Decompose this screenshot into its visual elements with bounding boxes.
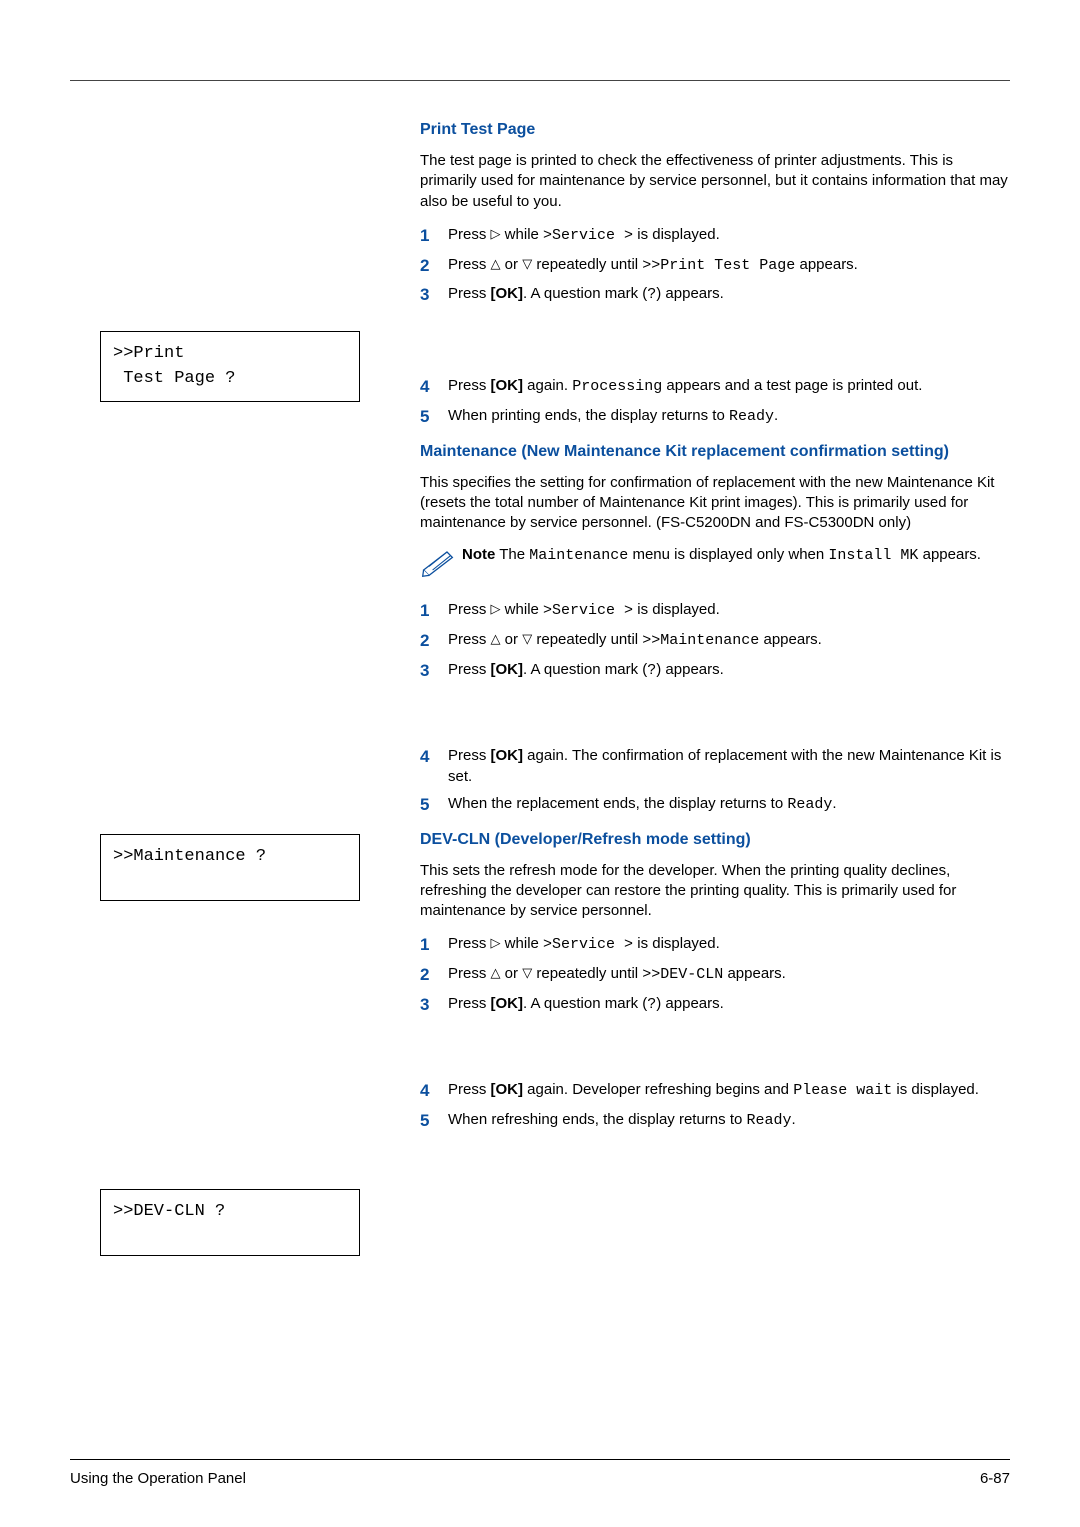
step-3: 3 Press [OK]. A question mark (?) appear…	[420, 993, 1010, 1017]
heading-maintenance: Maintenance (New Maintenance Kit replace…	[420, 443, 1010, 461]
step-text: When refreshing ends, the display return…	[448, 1109, 1010, 1131]
step-5: 5 When refreshing ends, the display retu…	[420, 1109, 1010, 1133]
step-text: Press △ or ▽ repeatedly until >>Print Te…	[448, 254, 1010, 276]
intro-print-test: The test page is printed to check the ef…	[420, 151, 1010, 212]
footer-left: Using the Operation Panel	[70, 1470, 246, 1487]
heading-print-test: Print Test Page	[420, 121, 1010, 139]
step-text: Press [OK] again. Developer refreshing b…	[448, 1079, 1010, 1101]
up-triangle-icon: △	[491, 255, 501, 273]
down-triangle-icon: ▽	[522, 255, 532, 273]
note-box: Note The Maintenance menu is displayed o…	[420, 545, 1010, 583]
lcd-display-devcln: >>DEV-CLN ?	[100, 1189, 360, 1256]
step-3: 3 Press [OK]. A question mark (?) appear…	[420, 283, 1010, 307]
step-text: Press △ or ▽ repeatedly until >>DEV-CLN …	[448, 963, 1010, 985]
step-2: 2 Press △ or ▽ repeatedly until >>DEV-CL…	[420, 963, 1010, 987]
up-triangle-icon: △	[491, 630, 501, 648]
step-number: 3	[420, 993, 448, 1017]
note-icon	[420, 543, 458, 583]
step-5: 5 When the replacement ends, the display…	[420, 793, 1010, 817]
step-number: 3	[420, 283, 448, 307]
step-text: Press ▷ while >Service > is displayed.	[448, 224, 1010, 246]
step-text: Press ▷ while >Service > is displayed.	[448, 933, 1010, 955]
step-number: 5	[420, 405, 448, 429]
step-text: Press △ or ▽ repeatedly until >>Maintena…	[448, 629, 1010, 651]
right-column: Print Test Page The test page is printed…	[390, 121, 1010, 1256]
step-text: When printing ends, the display returns …	[448, 405, 1010, 427]
footer-rule	[70, 1459, 1010, 1460]
step-number: 2	[420, 963, 448, 987]
step-4: 4 Press [OK] again. Developer refreshing…	[420, 1079, 1010, 1103]
note-text: Note The Maintenance menu is displayed o…	[462, 545, 1010, 566]
left-column: >>Print Test Page ? >>Maintenance ? >>DE…	[70, 121, 390, 1256]
page-content: >>Print Test Page ? >>Maintenance ? >>DE…	[70, 81, 1010, 1256]
step-text: Press [OK] again. Processing appears and…	[448, 375, 1010, 397]
step-1: 1 Press ▷ while >Service > is displayed.	[420, 933, 1010, 957]
step-text: Press [OK]. A question mark (?) appears.	[448, 283, 1010, 305]
step-number: 5	[420, 1109, 448, 1133]
step-4: 4 Press [OK] again. Processing appears a…	[420, 375, 1010, 399]
step-4: 4 Press [OK] again. The confirmation of …	[420, 745, 1010, 787]
footer: Using the Operation Panel 6-87	[70, 1459, 1010, 1487]
lcd-display-maintenance: >>Maintenance ?	[100, 834, 360, 901]
step-2: 2 Press △ or ▽ repeatedly until >>Mainte…	[420, 629, 1010, 653]
step-text: Press ▷ while >Service > is displayed.	[448, 599, 1010, 621]
right-triangle-icon: ▷	[491, 600, 501, 618]
heading-devcln: DEV-CLN (Developer/Refresh mode setting)	[420, 831, 1010, 849]
step-number: 2	[420, 629, 448, 653]
intro-maintenance: This specifies the setting for confirmat…	[420, 473, 1010, 534]
step-text: Press [OK]. A question mark (?) appears.	[448, 993, 1010, 1015]
step-5: 5 When printing ends, the display return…	[420, 405, 1010, 429]
step-number: 4	[420, 1079, 448, 1103]
step-number: 1	[420, 933, 448, 957]
lcd-display-print-test: >>Print Test Page ?	[100, 331, 360, 402]
down-triangle-icon: ▽	[522, 964, 532, 982]
step-number: 5	[420, 793, 448, 817]
step-number: 4	[420, 745, 448, 769]
step-text: Press [OK] again. The confirmation of re…	[448, 745, 1010, 787]
step-number: 4	[420, 375, 448, 399]
intro-devcln: This sets the refresh mode for the devel…	[420, 861, 1010, 922]
step-number: 3	[420, 659, 448, 683]
down-triangle-icon: ▽	[522, 630, 532, 648]
footer-right: 6-87	[980, 1470, 1010, 1487]
step-text: Press [OK]. A question mark (?) appears.	[448, 659, 1010, 681]
step-1: 1 Press ▷ while >Service > is displayed.	[420, 224, 1010, 248]
step-1: 1 Press ▷ while >Service > is displayed.	[420, 599, 1010, 623]
step-3: 3 Press [OK]. A question mark (?) appear…	[420, 659, 1010, 683]
step-number: 1	[420, 599, 448, 623]
right-triangle-icon: ▷	[491, 934, 501, 952]
step-number: 2	[420, 254, 448, 278]
step-2: 2 Press △ or ▽ repeatedly until >>Print …	[420, 254, 1010, 278]
step-text: When the replacement ends, the display r…	[448, 793, 1010, 815]
step-number: 1	[420, 224, 448, 248]
right-triangle-icon: ▷	[491, 225, 501, 243]
up-triangle-icon: △	[491, 964, 501, 982]
